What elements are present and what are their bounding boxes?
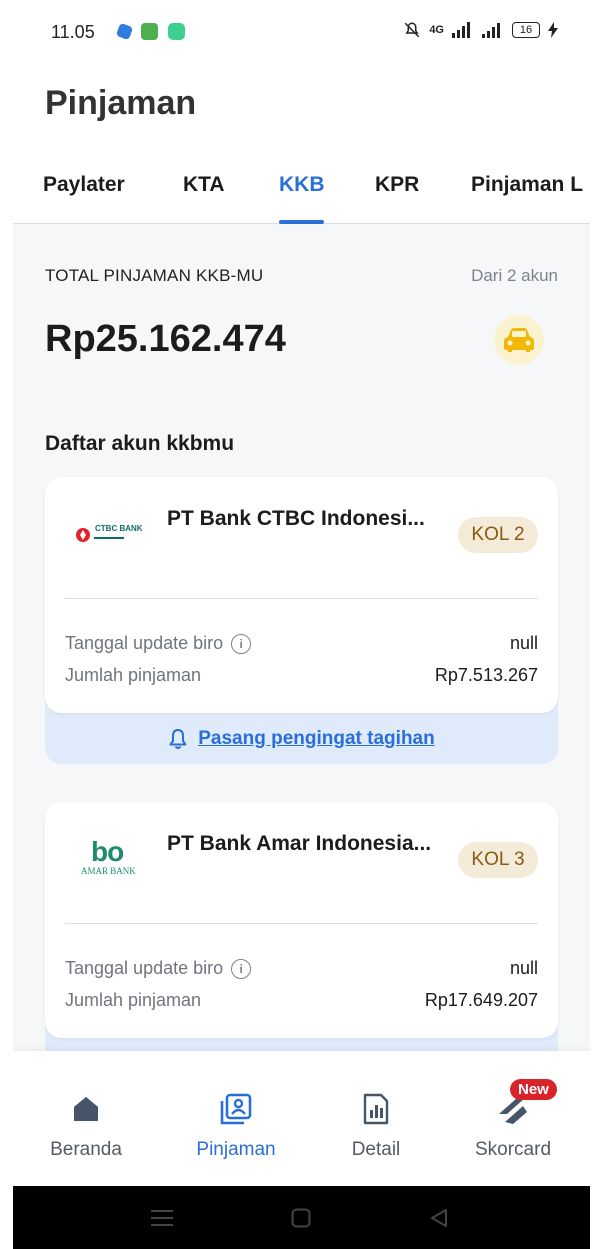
app-notification-icon	[115, 22, 134, 41]
loan-account-card[interactable]: CTBC BANK PT Bank CTBC Indonesi... KOL 2…	[45, 477, 558, 764]
loan-account-card[interactable]: bo AMAR BANK PT Bank Amar Indonesia... K…	[45, 802, 558, 1062]
update-label-text: Tanggal update biro	[65, 633, 224, 653]
new-badge: New	[510, 1079, 557, 1100]
nav-detail[interactable]: Detail	[311, 1091, 441, 1161]
signal-icon	[452, 22, 470, 38]
info-icon[interactable]: i	[231, 633, 252, 654]
app-notification-icon	[141, 23, 158, 40]
amount-value: Rp7.513.267	[434, 665, 538, 685]
nav-label: Skorcard	[474, 1139, 552, 1160]
tab-kkb[interactable]: KKB	[279, 173, 325, 197]
update-label-text: Tanggal update biro	[65, 958, 224, 978]
bell-icon	[169, 729, 187, 749]
battery-icon: 16	[512, 22, 540, 38]
divider	[65, 923, 538, 924]
amount-label: Jumlah pinjaman	[65, 990, 202, 1010]
home-button-icon[interactable]	[291, 1208, 311, 1228]
nav-beranda[interactable]: Beranda	[21, 1091, 151, 1161]
set-reminder-link[interactable]: Pasang pengingat tagihan	[45, 713, 558, 765]
kol-badge: KOL 2	[458, 517, 538, 553]
amar-bank-logo: bo AMAR BANK	[75, 836, 145, 876]
total-label: TOTAL PINJAMAN KKB-MU	[45, 266, 264, 285]
tab-kta[interactable]: KTA	[183, 173, 225, 197]
page-header: Pinjaman Paylater KTA KKB KPR Pinjaman L	[13, 54, 590, 224]
amount-label: Jumlah pinjaman	[65, 665, 202, 685]
total-amount: Rp25.162.474	[45, 318, 286, 360]
loan-icon	[218, 1091, 254, 1127]
status-time: 11.05	[51, 22, 95, 42]
kol-badge: KOL 3	[458, 842, 538, 878]
amar-logo-text: AMAR BANK	[81, 866, 136, 876]
charging-icon	[548, 22, 558, 38]
nav-skorcard[interactable]: New Skorcard	[448, 1079, 578, 1161]
nav-pinjaman[interactable]: Pinjaman	[171, 1091, 301, 1161]
active-tab-indicator	[279, 220, 324, 224]
nav-label: Detail	[351, 1139, 401, 1160]
mute-icon	[405, 22, 420, 38]
bank-name: PT Bank Amar Indonesia...	[167, 832, 432, 855]
phone-notification-icon	[168, 23, 185, 40]
status-right: 4G 16	[403, 21, 558, 39]
update-label: Tanggal update biro i	[65, 958, 252, 979]
reminder-text[interactable]: Pasang pengingat tagihan	[198, 728, 434, 750]
account-list-title: Daftar akun kkbmu	[45, 432, 235, 455]
card-body[interactable]: CTBC BANK PT Bank CTBC Indonesi... KOL 2…	[45, 477, 558, 713]
update-value: null	[509, 958, 538, 978]
phone-screen: 11.05 4G 16 Pinjaman Paylater KTA KKB KP…	[13, 8, 590, 1249]
home-icon	[68, 1091, 104, 1127]
bottom-navigation: Beranda Pinjaman Detail New Skorcard	[13, 1051, 590, 1186]
tab-paylater[interactable]: Paylater	[43, 173, 125, 197]
report-icon	[358, 1091, 394, 1127]
amount-value: Rp17.649.207	[424, 990, 538, 1010]
tab-kpr[interactable]: KPR	[375, 173, 419, 197]
ctbc-logo-text: CTBC BANK	[95, 524, 143, 533]
tab-pinjaman-lainnya[interactable]: Pinjaman L	[471, 173, 583, 197]
info-icon[interactable]: i	[231, 958, 252, 979]
amar-logo-mark: bo	[91, 836, 124, 867]
back-icon[interactable]	[429, 1208, 449, 1228]
ctbc-bank-logo: CTBC BANK	[75, 521, 145, 549]
divider	[65, 598, 538, 599]
page-title: Pinjaman	[45, 84, 197, 122]
status-bar: 11.05 4G 16	[13, 8, 590, 54]
nav-label: Beranda	[50, 1139, 122, 1160]
car-icon	[494, 315, 544, 365]
system-navigation-bar	[13, 1186, 590, 1249]
menu-icon[interactable]	[151, 1208, 173, 1228]
update-label: Tanggal update biro i	[65, 633, 252, 654]
bank-name: PT Bank CTBC Indonesi...	[167, 507, 425, 530]
card-body[interactable]: bo AMAR BANK PT Bank Amar Indonesia... K…	[45, 802, 558, 1038]
account-count: Dari 2 akun	[471, 266, 558, 285]
nav-label: Pinjaman	[196, 1139, 276, 1160]
network-type: 4G	[429, 24, 444, 36]
update-value: null	[509, 633, 538, 653]
signal-icon	[482, 23, 500, 38]
